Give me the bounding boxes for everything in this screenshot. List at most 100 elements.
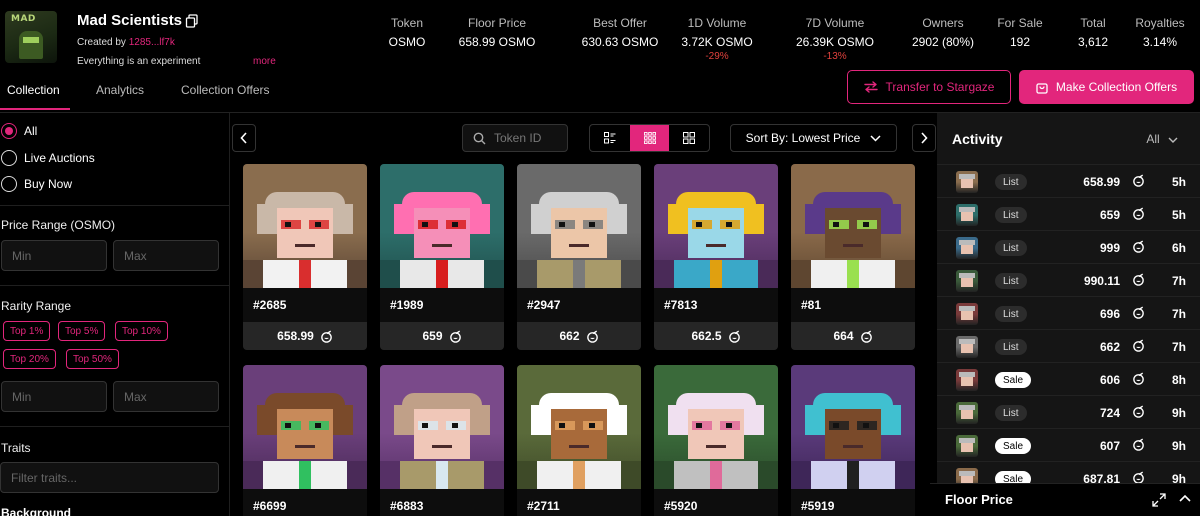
chevron-up-icon[interactable] [1179, 493, 1191, 505]
nft-card[interactable]: #2685 658.99 [243, 164, 367, 350]
dense-grid-view-button[interactable] [629, 125, 670, 151]
activity-type-badge: List [995, 405, 1027, 421]
rarity-top-5-button[interactable]: Top 5% [58, 321, 106, 341]
nft-card[interactable]: #7813 662.5 [654, 164, 778, 350]
activity-price: 658.99 [1083, 175, 1120, 189]
activity-filter-dropdown[interactable]: All [1146, 132, 1178, 146]
activity-row[interactable]: List 724 9h [937, 395, 1200, 428]
token-id-search[interactable]: Token ID [462, 124, 568, 152]
radio[interactable] [1, 150, 17, 166]
activity-nft-thumbnail[interactable] [956, 237, 978, 259]
activity-nft-thumbnail[interactable] [956, 435, 978, 457]
price-min-input[interactable]: Min [1, 240, 107, 271]
sort-dropdown[interactable]: Sort By: Lowest Price [730, 124, 897, 152]
nft-image[interactable] [517, 365, 641, 489]
osmo-coin-icon [728, 330, 740, 343]
tab-collection-offers[interactable]: Collection Offers [181, 83, 269, 97]
search-icon [473, 132, 486, 144]
stat-owners: Owners 2902 (80%) [912, 16, 974, 49]
osmo-coin-icon [1133, 438, 1144, 451]
activity-nft-thumbnail[interactable] [956, 204, 978, 226]
price-max-input[interactable]: Max [113, 240, 219, 271]
rarity-top-20-button[interactable]: Top 20% [3, 349, 56, 369]
nft-card[interactable]: #1989 659 [380, 164, 504, 350]
rarity-range-label: Rarity Range [1, 299, 72, 313]
filter-traits-input[interactable]: Filter traits... [0, 462, 219, 493]
nft-token-id: #6699 [243, 489, 367, 516]
rarity-max-input[interactable]: Max [113, 381, 219, 412]
copy-icon[interactable] [185, 14, 199, 28]
rarity-top-1-button[interactable]: Top 1% [3, 321, 51, 341]
collapse-filters-button[interactable] [232, 124, 256, 152]
stat-floor-price: Floor Price 658.99 OSMO [459, 16, 536, 49]
activity-nft-thumbnail[interactable] [956, 369, 978, 391]
activity-price: 659 [1099, 208, 1120, 222]
stat-value: 3.14% [1142, 35, 1178, 49]
nft-card[interactable]: #6883 [380, 365, 504, 516]
stat-label: Token [390, 16, 424, 30]
creator-address-link[interactable]: 1285...lf7k [129, 37, 175, 48]
activity-filter-label: All [1146, 132, 1160, 146]
tab-analytics[interactable]: Analytics [96, 83, 144, 97]
nft-image[interactable] [654, 365, 778, 489]
list-view-button[interactable] [590, 125, 630, 151]
radio-selected[interactable] [1, 123, 17, 139]
activity-time: 5h [1171, 208, 1186, 222]
grid-view-button[interactable] [669, 125, 709, 151]
activity-row[interactable]: List 662 7h [937, 329, 1200, 362]
activity-row[interactable]: List 659 5h [937, 197, 1200, 230]
nft-image[interactable] [517, 164, 641, 288]
activity-row[interactable]: List 990.11 7h [937, 263, 1200, 296]
activity-row[interactable]: List 999 6h [937, 230, 1200, 263]
activity-type-badge: Sale [995, 438, 1032, 454]
radio[interactable] [1, 176, 17, 192]
activity-type-badge: List [995, 339, 1027, 355]
nft-card[interactable]: #5919 [791, 365, 915, 516]
stat-value: 658.99 OSMO [458, 35, 536, 49]
rarity-top-50-button[interactable]: Top 50% [66, 349, 119, 369]
activity-row[interactable]: List 696 7h [937, 296, 1200, 329]
bag-icon [1036, 82, 1048, 94]
rarity-min-input[interactable]: Min [1, 381, 107, 412]
stat-total: Total 3,612 [1078, 16, 1108, 49]
more-link[interactable]: more [253, 56, 276, 67]
activity-row[interactable]: List 658.99 5h [937, 164, 1200, 197]
stat-label: For Sale [997, 16, 1043, 30]
expand-icon[interactable] [1152, 493, 1166, 507]
nft-card[interactable]: #2711 [517, 365, 641, 516]
nft-image[interactable] [791, 164, 915, 288]
status-option-all[interactable]: All [1, 123, 37, 139]
nft-image[interactable] [243, 164, 367, 288]
osmo-coin-icon [449, 330, 461, 343]
nft-image[interactable] [791, 365, 915, 489]
activity-row[interactable]: Sale 607 9h [937, 428, 1200, 461]
collection-logo: MAD [5, 11, 57, 63]
tab-collection[interactable]: Collection [7, 83, 60, 97]
background-trait-group[interactable]: Background [1, 506, 71, 516]
activity-nft-thumbnail[interactable] [956, 402, 978, 424]
activity-nft-thumbnail[interactable] [956, 270, 978, 292]
nft-image[interactable] [654, 164, 778, 288]
activity-nft-thumbnail[interactable] [956, 336, 978, 358]
nft-image[interactable] [380, 365, 504, 489]
nft-card[interactable]: #5920 [654, 365, 778, 516]
nft-card[interactable]: #81 664 [791, 164, 915, 350]
activity-nft-thumbnail[interactable] [956, 171, 978, 193]
nft-image[interactable] [243, 365, 367, 489]
activity-type-badge: List [995, 174, 1027, 190]
activity-nft-thumbnail[interactable] [956, 303, 978, 325]
view-toggle-group [589, 124, 710, 152]
nft-image[interactable] [380, 164, 504, 288]
nft-card[interactable]: #2947 662 [517, 164, 641, 350]
list-view-icon [603, 132, 616, 144]
transfer-to-stargaze-button[interactable]: Transfer to Stargaze [847, 70, 1011, 104]
nft-card[interactable]: #6699 [243, 365, 367, 516]
rarity-top-10-button[interactable]: Top 10% [115, 321, 168, 341]
stat-label: 1D Volume [687, 16, 747, 30]
make-collection-offers-button[interactable]: Make Collection Offers [1019, 70, 1194, 104]
created-by: Created by 1285...lf7k [77, 37, 175, 48]
status-option-buy-now[interactable]: Buy Now [1, 176, 72, 192]
status-option-live-auctions[interactable]: Live Auctions [1, 150, 95, 166]
toggle-activity-button[interactable] [912, 124, 936, 152]
activity-row[interactable]: Sale 606 8h [937, 362, 1200, 395]
